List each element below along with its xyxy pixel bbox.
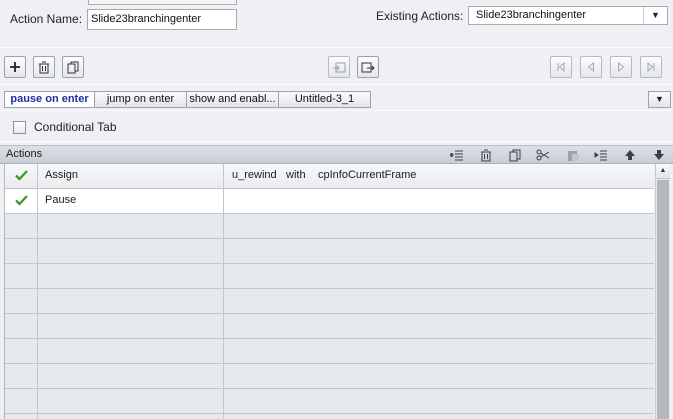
enabled-cell[interactable] [5,189,38,213]
table-row[interactable] [5,239,654,264]
add-action-button[interactable] [4,56,26,78]
table-row[interactable] [5,389,654,414]
top-field-stub [88,0,237,5]
action-name-input[interactable]: Slide23branchingenter [87,9,237,30]
import-icon [333,62,346,72]
import-button[interactable] [328,56,350,78]
params-cell[interactable]: u_rewind with cpInfoCurrentFrame [224,164,654,188]
table-row[interactable] [5,289,654,314]
tab-jump-on-enter[interactable]: jump on enter [95,91,187,108]
tab-untitled-3-1[interactable]: Untitled-3_1 [279,91,371,108]
indent-icon[interactable] [592,147,610,163]
chevron-down-icon[interactable]: ▼ [643,7,667,24]
action-text: Assign [45,169,79,181]
vertical-scrollbar[interactable]: ▲ [655,164,670,419]
action-text: Pause [45,194,77,206]
previous-button[interactable] [580,56,602,78]
export-icon [361,62,375,72]
table-row[interactable] [5,264,654,289]
actions-header-bar: Actions [0,145,673,164]
checkmark-icon [15,170,28,181]
first-icon [557,62,565,72]
actions-grid: Assign u_rewind with cpInfoCurrentFrame … [4,164,654,419]
duplicate-action-button[interactable] [62,56,84,78]
duplicate-icon [67,61,78,73]
existing-actions-dropdown[interactable]: Slide23branchingenter ▼ [468,6,668,25]
previous-icon [587,62,594,72]
table-row[interactable] [5,339,654,364]
last-button[interactable] [640,56,662,78]
separator [0,84,673,85]
separator [0,47,673,48]
export-button[interactable] [357,56,379,78]
cut-icon[interactable] [534,147,552,163]
params-cell[interactable] [224,189,654,213]
arrow-up-icon[interactable] [621,147,639,163]
table-row[interactable]: Pause [5,189,654,214]
action-cell[interactable]: Assign [38,164,224,188]
tab-bar: pause on enter jump on enter show and en… [4,91,371,108]
existing-actions-value: Slide23branchingenter [476,9,587,21]
copy-icon[interactable] [506,147,524,163]
table-row[interactable] [5,214,654,239]
table-row[interactable] [5,314,654,339]
next-button[interactable] [610,56,632,78]
last-icon [647,62,655,72]
tab-show-and-enable[interactable]: show and enabl... [187,91,279,108]
arrow-down-icon[interactable] [650,147,668,163]
table-row[interactable]: Assign u_rewind with cpInfoCurrentFrame [5,164,654,189]
table-row[interactable] [5,364,654,389]
scrollbar-thumb[interactable] [657,180,669,419]
scroll-up-icon[interactable]: ▲ [656,164,670,179]
enabled-cell[interactable] [5,164,38,188]
paste-icon[interactable] [564,147,582,163]
checkmark-icon [15,195,28,206]
insert-row-icon[interactable] [448,147,466,163]
trash-icon [39,61,49,73]
first-button[interactable] [550,56,572,78]
next-icon [618,62,625,72]
actions-title: Actions [6,148,43,160]
keyword-text: with [286,169,306,181]
conditional-tab-label: Conditional Tab [34,120,117,134]
action-name-label: Action Name: [10,12,83,26]
chevron-down-icon: ▼ [655,94,664,104]
plus-icon [10,62,20,72]
tab-pause-on-enter[interactable]: pause on enter [4,91,95,108]
tabs-menu-button[interactable]: ▼ [648,91,671,108]
action-cell[interactable]: Pause [38,189,224,213]
source-variable: cpInfoCurrentFrame [318,169,417,181]
trash-icon[interactable] [477,147,495,163]
existing-actions-label: Existing Actions: [376,9,464,23]
separator [0,141,673,142]
table-row[interactable] [5,414,654,419]
separator [0,110,673,111]
target-variable: u_rewind [232,169,277,181]
delete-action-button[interactable] [33,56,55,78]
conditional-tab-checkbox[interactable] [13,121,26,134]
